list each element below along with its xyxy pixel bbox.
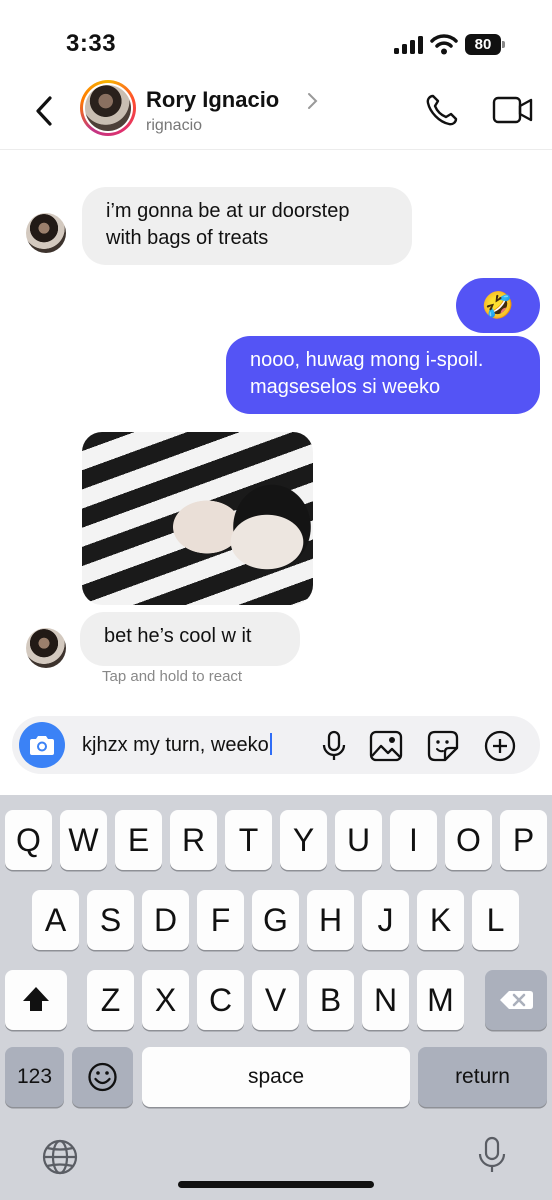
sticker-icon[interactable] — [426, 729, 460, 763]
delete-icon — [500, 991, 533, 1009]
keyboard: Q W E R T Y U I O P A S D F G H J K L Z … — [0, 795, 552, 1200]
message-line: i’m gonna be at ur doorstep — [106, 200, 350, 222]
key-l[interactable]: L — [472, 890, 519, 950]
plus-circle-icon[interactable] — [483, 729, 517, 763]
key-v[interactable]: V — [252, 970, 299, 1030]
key-g[interactable]: G — [252, 890, 299, 950]
key-y[interactable]: Y — [280, 810, 327, 870]
camera-icon — [30, 736, 54, 755]
wifi-icon — [430, 34, 458, 55]
message-bubble-incoming[interactable]: bet he’s cool w it — [80, 612, 300, 666]
back-chevron-icon[interactable] — [30, 93, 60, 129]
key-n[interactable]: N — [362, 970, 409, 1030]
key-h[interactable]: H — [307, 890, 354, 950]
dictation-icon[interactable] — [472, 1135, 512, 1175]
text-caret — [269, 733, 272, 755]
cellular-signal-icon — [394, 36, 424, 54]
numbers-key[interactable]: 123 — [5, 1047, 64, 1107]
key-q[interactable]: Q — [5, 810, 52, 870]
react-hint: Tap and hold to react — [102, 668, 243, 685]
photo-message[interactable] — [82, 432, 313, 605]
key-u[interactable]: U — [335, 810, 382, 870]
key-s[interactable]: S — [87, 890, 134, 950]
message-line: nooo, huwag mong i-spoil. — [250, 349, 484, 371]
message-input[interactable]: kjhzx my turn, weeko — [82, 733, 272, 757]
key-x[interactable]: X — [142, 970, 189, 1030]
key-j[interactable]: J — [362, 890, 409, 950]
key-c[interactable]: C — [197, 970, 244, 1030]
delete-key[interactable] — [485, 970, 547, 1030]
message-bubble-outgoing-emoji[interactable]: 🤣 — [456, 278, 540, 333]
space-key[interactable]: space — [142, 1047, 410, 1107]
contact-handle: rignacio — [146, 117, 203, 134]
key-w[interactable]: W — [60, 810, 107, 870]
shift-key[interactable] — [5, 970, 67, 1030]
contact-avatar[interactable] — [80, 80, 136, 136]
message-input-text: kjhzx my turn, weeko — [82, 734, 269, 756]
key-k[interactable]: K — [417, 890, 464, 950]
key-d[interactable]: D — [142, 890, 189, 950]
key-i[interactable]: I — [390, 810, 437, 870]
key-e[interactable]: E — [115, 810, 162, 870]
globe-icon[interactable] — [40, 1137, 80, 1177]
key-f[interactable]: F — [197, 890, 244, 950]
message-bubble-incoming[interactable]: i’m gonna be at ur doorstep with bags of… — [82, 187, 412, 265]
chat-header: Rory Ignacio rignacio — [0, 80, 552, 150]
emoji-key[interactable] — [72, 1047, 133, 1107]
microphone-icon[interactable] — [317, 729, 351, 763]
video-camera-icon[interactable] — [492, 94, 534, 126]
sender-avatar[interactable] — [26, 628, 66, 668]
message-text: bet he’s cool w it — [104, 625, 252, 647]
key-o[interactable]: O — [445, 810, 492, 870]
key-b[interactable]: B — [307, 970, 354, 1030]
image-icon[interactable] — [369, 729, 403, 763]
key-a[interactable]: A — [32, 890, 79, 950]
chevron-right-icon — [308, 93, 318, 109]
contact-name[interactable]: Rory Ignacio — [146, 87, 279, 113]
return-key[interactable]: return — [418, 1047, 547, 1107]
shift-icon — [23, 987, 49, 1011]
home-indicator[interactable] — [178, 1181, 374, 1188]
key-r[interactable]: R — [170, 810, 217, 870]
camera-button[interactable] — [19, 722, 65, 768]
message-line: magseselos si weeko — [250, 376, 441, 398]
status-time: 3:33 — [66, 30, 117, 57]
message-line: with bags of treats — [106, 227, 269, 249]
sender-avatar[interactable] — [26, 213, 66, 253]
status-bar: 3:33 80 — [0, 0, 552, 80]
key-m[interactable]: M — [417, 970, 464, 1030]
rofl-emoji: 🤣 — [481, 290, 515, 320]
phone-icon[interactable] — [424, 92, 460, 128]
battery-icon: 80 — [465, 34, 505, 55]
emoji-icon — [88, 1062, 117, 1092]
message-composer: kjhzx my turn, weeko — [12, 716, 540, 774]
key-t[interactable]: T — [225, 810, 272, 870]
key-p[interactable]: P — [500, 810, 547, 870]
battery-level: 80 — [465, 34, 501, 55]
key-z[interactable]: Z — [87, 970, 134, 1030]
message-bubble-outgoing[interactable]: nooo, huwag mong i-spoil. magseselos si … — [226, 336, 540, 414]
